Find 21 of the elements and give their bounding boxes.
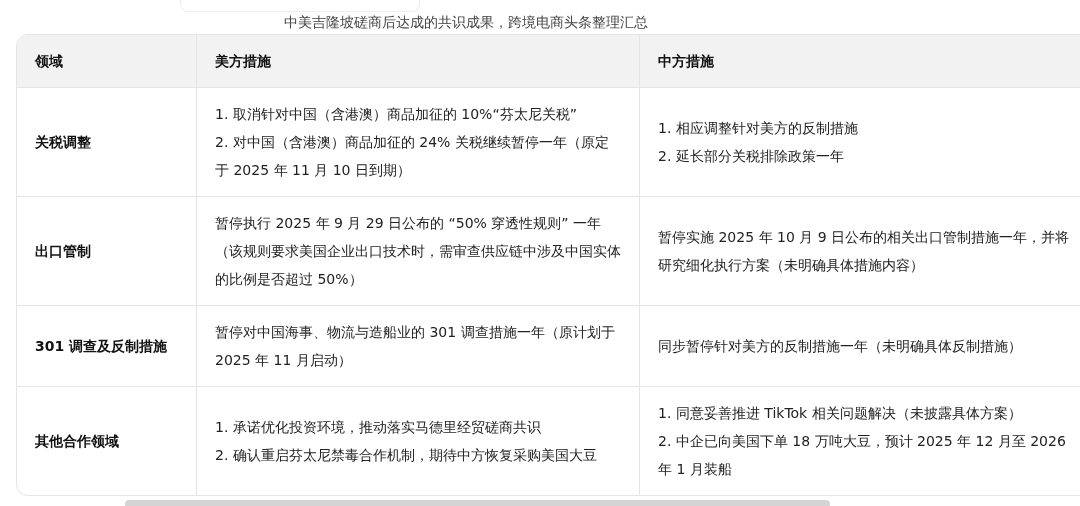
- row-header: 301 调查及反制措施: [35, 336, 169, 356]
- cell-text: 1. 承诺优化投资环境，推动落实马德里经贸磋商共识: [215, 418, 542, 437]
- cell-text: 1. 同意妥善推进 TikTok 相关问题解决（未披露具体方案）: [658, 404, 1023, 423]
- cell-text: 同步暂停针对美方的反制措施一年（未明确具体反制措施）: [658, 337, 1023, 356]
- row-header: 出口管制: [35, 241, 92, 261]
- column-header: 领域: [35, 51, 63, 71]
- table-caption: 中美吉隆坡磋商后达成的共识成果，跨境电商头条整理汇总: [284, 13, 648, 32]
- column-header: 中方措施: [658, 51, 714, 71]
- row-header: 关税调整: [35, 132, 92, 152]
- cell-text: 2. 延长部分关税排除政策一年: [658, 147, 845, 166]
- cell-text: 1. 相应调整针对美方的反制措施: [658, 119, 859, 138]
- cell-text: 暂停执行 2025 年 9 月 29 日公布的 “50% 穿透性规则” 一年（该规则要求美国企业出口技术时，需审查供应链中涉及中国实体的比例是否超过 50%）: [215, 214, 621, 289]
- row-header: 其他合作领域: [35, 431, 120, 451]
- cell-text: 2. 确认重启芬太尼禁毒合作机制，期待中方恢复采购美国大豆: [215, 446, 598, 465]
- scrollbar[interactable]: [125, 500, 830, 506]
- cell-text: 暂停实施 2025 年 10 月 9 日公布的相关出口管制措施一年，并将研究细化执行方案（未明确具体措施内容）: [658, 228, 1071, 275]
- cell-text: 2. 中企已向美国下单 18 万吨大豆，预计 2025 年 12 月至 2026 年 1 月装船: [658, 432, 1067, 479]
- column-header: 美方措施: [215, 51, 271, 71]
- cell-text: 暂停对中国海事、物流与造船业的 301 调查措施一年（原计划于 2025 年 11 月启动）: [215, 323, 616, 370]
- cell-text: 1. 取消针对中国（含港澳）商品加征的 10%“芬太尼关税”: [215, 105, 578, 124]
- cell-text: 2. 对中国（含港澳）商品加征的 24% 关税继续暂停一年（原定于 2025 年 11 月 10 日到期）: [215, 133, 610, 180]
